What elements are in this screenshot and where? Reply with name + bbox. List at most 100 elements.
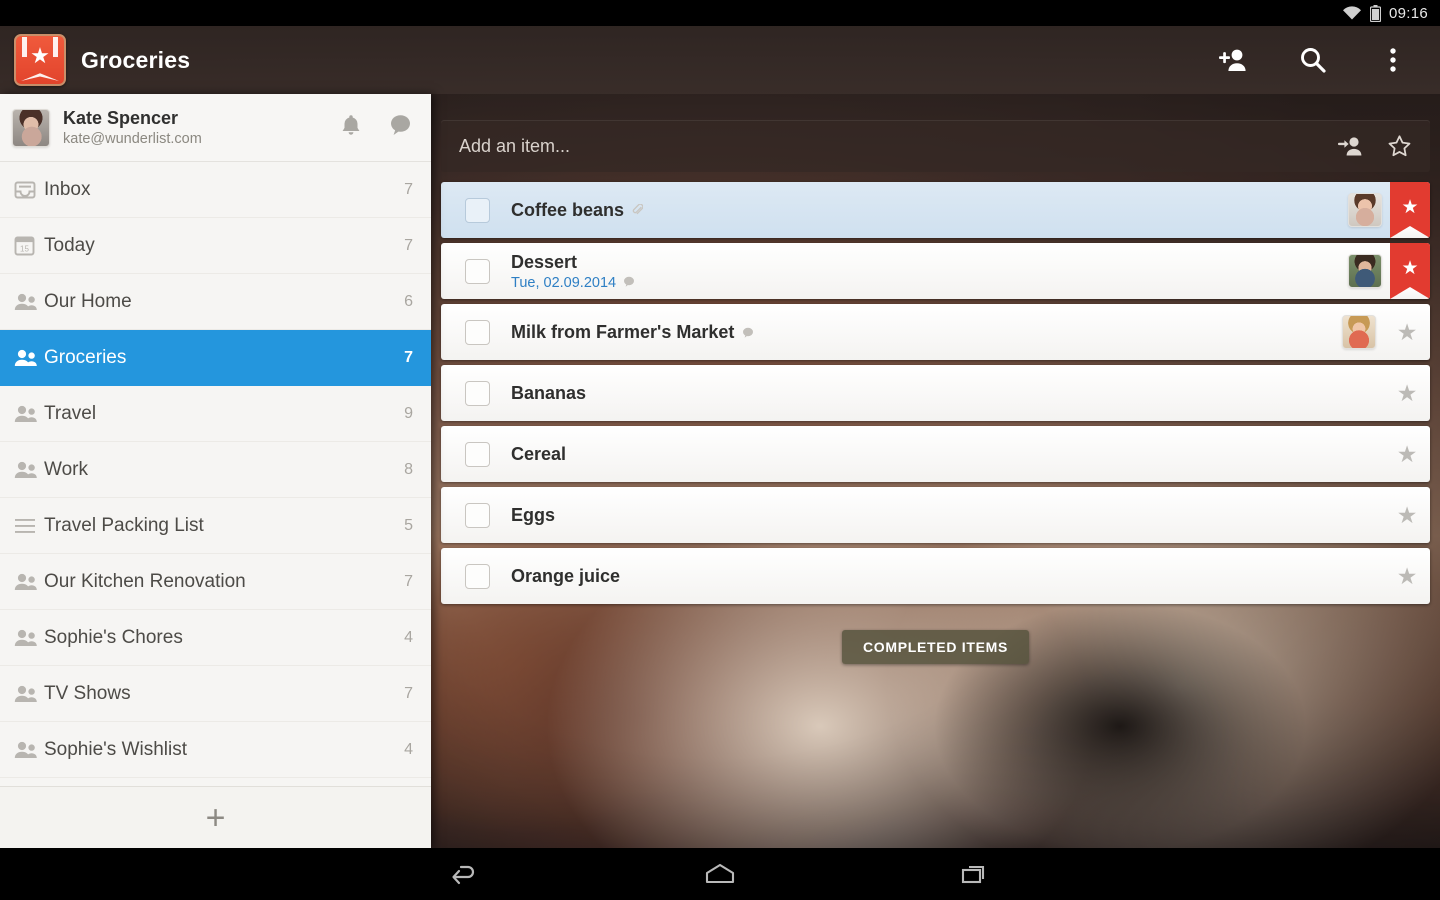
sidebar-item-label: Sophie's Chores (44, 626, 183, 648)
status-bar: 09:16 (0, 0, 1440, 26)
people-icon (14, 461, 44, 479)
task-row[interactable]: Orange juice ★ (441, 548, 1430, 604)
sidebar-item-count: 7 (404, 572, 413, 590)
search-button[interactable] (1296, 43, 1330, 77)
task-text: Dessert Tue, 02.09.2014 (511, 252, 1348, 291)
people-icon (14, 293, 37, 310)
star-icon[interactable]: ★ (1384, 503, 1430, 527)
task-checkbox[interactable] (465, 563, 490, 589)
sidebar-item-label: Inbox (44, 178, 91, 200)
assign-person-icon[interactable] (1337, 135, 1363, 157)
sidebar-item-tv-shows[interactable]: TV Shows 7 (0, 666, 431, 722)
sidebar-item-today[interactable]: 15 Today 7 (0, 218, 431, 274)
task-checkbox[interactable] (465, 380, 490, 406)
sidebar-item-groceries[interactable]: Groceries 7 (0, 330, 431, 386)
task-row-actions: ★ (1384, 365, 1430, 421)
completed-items-section: COMPLETED ITEMS (431, 630, 1440, 664)
account-text: Kate Spencer kate@wunderlist.com (63, 107, 202, 149)
task-text: Cereal (511, 444, 1384, 465)
task-checkbox[interactable] (465, 197, 490, 223)
task-title-row: Cereal (511, 444, 1384, 465)
task-text: Eggs (511, 505, 1384, 526)
inbox-icon (14, 181, 36, 198)
sidebar-item-label: Our Home (44, 290, 132, 312)
people-icon (14, 293, 44, 311)
list-icon (15, 518, 35, 533)
star-outline-icon[interactable] (1387, 134, 1412, 159)
recents-icon (961, 865, 985, 884)
task-row[interactable]: Eggs ★ (441, 487, 1430, 543)
people-icon (14, 741, 37, 758)
assignee-avatar (1342, 315, 1376, 349)
sidebar-item-our-kitchen-renovation[interactable]: Our Kitchen Renovation 7 (0, 554, 431, 610)
task-checkbox[interactable] (465, 441, 490, 467)
task-checkbox[interactable] (465, 319, 490, 345)
task-title: Bananas (511, 382, 587, 403)
task-row[interactable]: Bananas ★ (441, 365, 1430, 421)
sidebar-item-label: Travel (44, 402, 97, 424)
task-title: Coffee beans (511, 199, 625, 220)
task-row[interactable]: Coffee beans ★ (441, 182, 1430, 238)
sidebar-item-travel[interactable]: Travel 9 (0, 386, 431, 442)
task-row[interactable]: Dessert Tue, 02.09.2014 ★ (441, 243, 1430, 299)
add-list-button[interactable]: + (0, 786, 431, 848)
task-text: Bananas (511, 383, 1384, 404)
people-icon (14, 573, 37, 590)
sidebar-item-count: 6 (404, 292, 413, 310)
add-person-button[interactable] (1216, 43, 1250, 77)
task-checkbox[interactable] (465, 502, 490, 528)
paperclip-icon (632, 200, 644, 221)
task-checkbox[interactable] (465, 258, 490, 284)
task-row-actions: ★ (1384, 548, 1430, 604)
account-header[interactable]: Kate Spencer kate@wunderlist.com (0, 94, 431, 162)
account-actions (340, 113, 413, 142)
recents-button[interactable] (948, 854, 1004, 894)
task-title-row: Coffee beans (511, 200, 1348, 221)
task-row-actions: ★ (1384, 487, 1430, 543)
sidebar-item-count: 5 (404, 516, 413, 534)
sidebar-item-sophie-s-chores[interactable]: Sophie's Chores 4 (0, 610, 431, 666)
task-row[interactable]: Cereal ★ (441, 426, 1430, 482)
overflow-menu-icon (1390, 48, 1396, 72)
sidebar-list[interactable]: Inbox 7 15 Today 7 Our Home 6 Groceries 7 Travel 9… (0, 162, 431, 786)
add-item-input[interactable]: Add an item... (441, 120, 1430, 172)
sidebar-item-our-home[interactable]: Our Home 6 (0, 274, 431, 330)
star-icon[interactable]: ★ (1384, 320, 1430, 344)
star-icon[interactable]: ★ (1384, 564, 1430, 588)
overflow-menu-button[interactable] (1376, 43, 1410, 77)
task-due-date: Tue, 02.09.2014 (511, 274, 617, 291)
comment-icon (742, 322, 754, 343)
task-row[interactable]: Milk from Farmer's Market ★ (441, 304, 1430, 360)
task-row-actions: ★ (1348, 182, 1430, 238)
task-text: Milk from Farmer's Market (511, 322, 1342, 343)
account-name: Kate Spencer (63, 107, 179, 128)
sidebar-item-count: 9 (404, 404, 413, 422)
sidebar-item-sophie-s-wishlist[interactable]: Sophie's Wishlist 4 (0, 722, 431, 778)
sidebar-item-count: 7 (404, 348, 413, 366)
completed-items-button[interactable]: COMPLETED ITEMS (841, 630, 1030, 664)
calendar-icon: 15 (14, 236, 35, 256)
wunderlist-logo-icon: ★ (14, 34, 66, 86)
sidebar-item-inbox[interactable]: Inbox 7 (0, 162, 431, 218)
assignee-avatar (1348, 254, 1382, 288)
chat-bubble-icon[interactable] (388, 113, 413, 142)
starred-ribbon-icon[interactable]: ★ (1390, 182, 1430, 238)
star-icon[interactable]: ★ (1384, 381, 1430, 405)
task-title: Cereal (511, 443, 567, 464)
bell-icon[interactable] (340, 113, 362, 142)
sidebar-item-count: 4 (404, 628, 413, 646)
people-icon (14, 629, 44, 647)
back-button[interactable] (436, 854, 492, 894)
add-item-placeholder: Add an item... (459, 135, 571, 156)
plus-icon: + (205, 798, 226, 837)
sidebar-item-travel-packing-list[interactable]: Travel Packing List 5 (0, 498, 431, 554)
task-title-row: Eggs (511, 505, 1384, 526)
star-icon[interactable]: ★ (1384, 442, 1430, 466)
home-button[interactable] (692, 854, 748, 894)
action-bar: ★ Groceries (0, 26, 1440, 94)
search-icon (1301, 48, 1326, 73)
starred-ribbon-icon[interactable]: ★ (1390, 243, 1430, 299)
inbox-icon (14, 180, 44, 200)
home-icon (705, 863, 735, 884)
sidebar-item-work[interactable]: Work 8 (0, 442, 431, 498)
